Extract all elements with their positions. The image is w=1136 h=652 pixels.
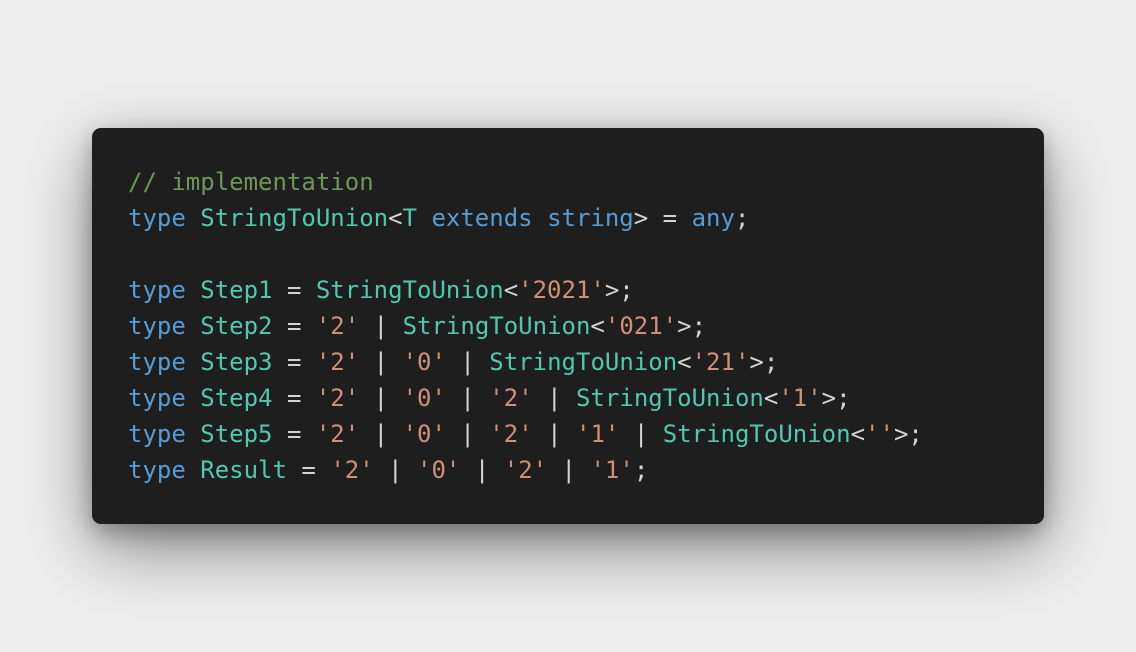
code-punctuation: < [590,312,605,340]
code-string-literal: '0' [402,420,446,448]
code-line: type Step2 = '2' | StringToUnion<'021'>; [128,308,923,344]
code-type-name: StringToUnion [662,420,851,448]
code-line: type Step1 = StringToUnion<'2021'>; [128,272,923,308]
code-keyword: type [128,204,186,232]
code-type-name: Step2 [200,312,273,340]
code-punctuation: = [272,348,316,376]
code-punctuation: < [850,420,866,448]
code-string-literal: '' [865,420,894,448]
code-string-literal: '2' [315,384,360,412]
code-punctuation: ; [734,204,750,232]
code-string-literal: '2' [315,312,360,340]
code-type-name: Step4 [200,384,273,412]
code-string-literal: '1' [576,420,620,448]
code-keyword: any [691,204,735,232]
code-line: type Step5 = '2' | '0' | '2' | '1' | Str… [128,416,923,452]
code-comment: // implementation [128,168,374,196]
code-line: // implementation [128,164,923,200]
code-punctuation: >; [749,348,779,376]
code-punctuation: >; [821,384,851,412]
code-punctuation: < [388,204,403,232]
code-keyword: type [128,348,186,376]
code-punctuation: >; [604,276,634,304]
code-string-literal: '2' [503,456,548,484]
code-punctuation [417,204,431,232]
code-punctuation: | [359,420,403,448]
code-type-name: StringToUnion [200,204,389,232]
code-line: type StringToUnion<T extends string> = a… [128,200,923,236]
code-punctuation: | [445,348,490,376]
code-punctuation: < [503,276,519,304]
code-window: // implementation type StringToUnion<T ex… [92,128,1044,524]
code-string-literal: '2' [315,348,360,376]
code-string-literal: '1' [590,456,634,484]
code-string-literal: '21' [691,348,750,376]
code-punctuation: | [359,312,403,340]
code-punctuation: = [272,384,316,412]
code-type-name: T [402,204,417,232]
code-block: // implementation type StringToUnion<T ex… [128,164,923,488]
code-punctuation: ; [633,456,649,484]
code-line: type Step3 = '2' | '0' | StringToUnion<'… [128,344,923,380]
code-punctuation: = [272,276,316,304]
code-punctuation [186,384,200,412]
code-keyword: string [547,204,634,232]
code-type-name: StringToUnion [315,276,504,304]
code-keyword: type [128,276,186,304]
code-punctuation [533,204,547,232]
code-string-literal: '0' [417,456,461,484]
code-punctuation: | [532,384,577,412]
code-punctuation: | [373,456,418,484]
code-punctuation: = [272,420,316,448]
code-type-name: Step1 [200,276,273,304]
code-type-name: StringToUnion [402,312,591,340]
code-punctuation [186,276,200,304]
code-string-literal: '2021' [518,276,605,304]
code-punctuation: | [547,456,591,484]
code-punctuation [186,348,200,376]
code-punctuation: | [359,348,403,376]
code-string-literal: '1' [778,384,822,412]
code-punctuation: | [359,384,403,412]
code-punctuation: < [677,348,692,376]
code-string-literal: '2' [330,456,374,484]
code-punctuation: >; [893,420,923,448]
code-punctuation: | [460,456,504,484]
code-punctuation [186,204,200,232]
code-string-literal: '2' [489,384,533,412]
code-type-name: Step5 [200,420,273,448]
code-line: type Step4 = '2' | '0' | '2' | StringToU… [128,380,923,416]
code-punctuation: | [532,420,577,448]
code-punctuation: | [445,384,490,412]
code-punctuation [186,456,200,484]
code-line: type Result = '2' | '0' | '2' | '1'; [128,452,923,488]
code-punctuation: | [445,420,490,448]
code-string-literal: '2' [315,420,360,448]
code-punctuation [186,420,200,448]
code-keyword: type [128,456,186,484]
code-keyword: extends [431,204,533,232]
code-string-literal: '2' [489,420,533,448]
code-punctuation: > = [633,204,692,232]
code-punctuation [186,312,200,340]
code-string-literal: '021' [604,312,678,340]
code-type-name: StringToUnion [576,384,764,412]
code-punctuation: < [763,384,779,412]
code-punctuation: = [272,312,316,340]
code-type-name: Step3 [200,348,273,376]
code-punctuation: | [619,420,663,448]
code-string-literal: '0' [402,384,446,412]
code-keyword: type [128,312,186,340]
code-type-name: Result [200,456,287,484]
code-keyword: type [128,420,186,448]
code-punctuation: >; [677,312,707,340]
code-type-name: StringToUnion [489,348,678,376]
code-keyword: type [128,384,186,412]
code-punctuation: = [286,456,331,484]
code-string-literal: '0' [402,348,446,376]
